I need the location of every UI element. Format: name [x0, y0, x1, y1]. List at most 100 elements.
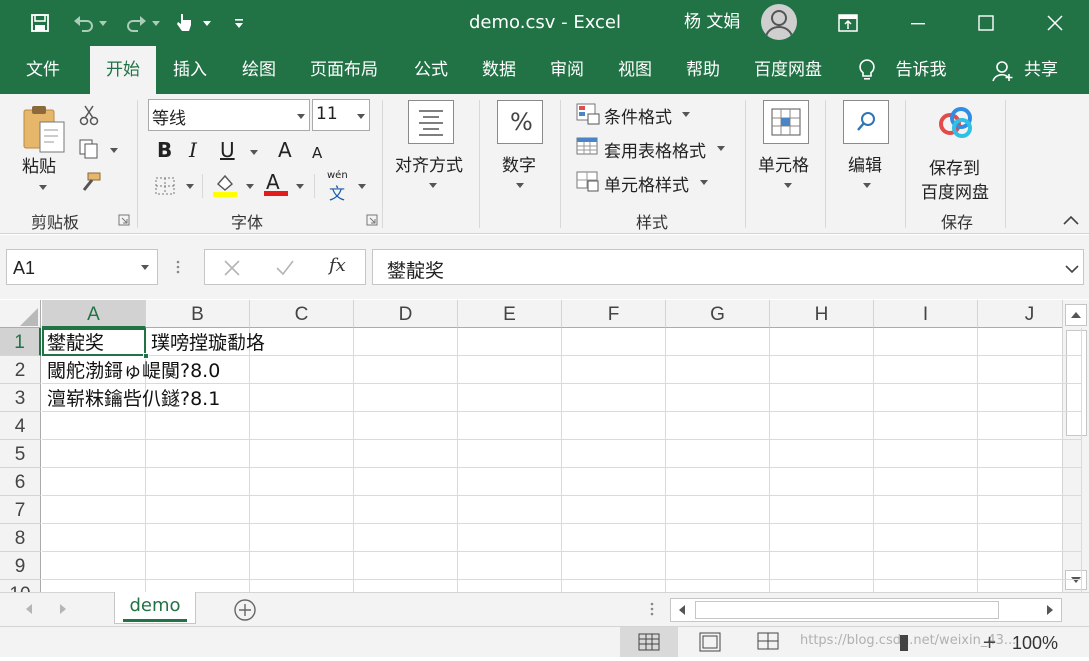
scroll-left-icon[interactable] [673, 601, 691, 619]
cell-b2[interactable] [146, 356, 250, 384]
cell-j5[interactable] [978, 440, 1082, 468]
column-header-i[interactable]: I [874, 300, 978, 328]
row-header-3[interactable]: 3 [0, 384, 41, 412]
column-header-f[interactable]: F [562, 300, 666, 328]
fill-color-dropdown-icon[interactable] [246, 184, 254, 189]
prev-sheet-icon[interactable] [22, 601, 36, 617]
resize-handle-icon[interactable] [650, 601, 654, 617]
phonetic-dropdown-icon[interactable] [358, 184, 366, 189]
cell-i9[interactable] [874, 552, 978, 580]
tab-file[interactable]: 文件 [14, 46, 72, 94]
cell-e5[interactable] [458, 440, 562, 468]
cell-h9[interactable] [770, 552, 874, 580]
redo-dropdown-icon[interactable] [150, 11, 162, 35]
scroll-up-icon[interactable] [1065, 304, 1087, 326]
row-header-7[interactable]: 7 [0, 496, 41, 524]
cell-j4[interactable] [978, 412, 1082, 440]
italic-button[interactable]: I [189, 138, 197, 162]
touch-dropdown-icon[interactable] [200, 11, 214, 35]
chevron-down-icon[interactable] [717, 146, 725, 151]
tab-review[interactable]: 审阅 [536, 46, 598, 94]
cell-h8[interactable] [770, 524, 874, 552]
baidu-netdisk-icon[interactable] [934, 106, 978, 140]
cell-c6[interactable] [250, 468, 354, 496]
cell-styles-icon[interactable] [576, 171, 600, 193]
save-icon[interactable] [28, 11, 52, 35]
cell-g7[interactable] [666, 496, 770, 524]
zoom-level[interactable]: 100% [1012, 633, 1058, 654]
scroll-right-icon[interactable] [1041, 601, 1059, 619]
paste-dropdown-icon[interactable] [39, 185, 47, 190]
cell-f2[interactable] [562, 356, 666, 384]
cell-e10[interactable] [458, 580, 562, 592]
copy-icon[interactable] [78, 138, 100, 160]
copy-dropdown-icon[interactable] [110, 148, 118, 153]
cell-f10[interactable] [562, 580, 666, 592]
save-to-baidu-line1[interactable]: 保存到 [929, 154, 980, 179]
paste-icon[interactable] [20, 104, 68, 156]
scroll-thumb-horizontal[interactable] [695, 601, 999, 619]
borders-dropdown-icon[interactable] [186, 184, 194, 189]
cell-j8[interactable] [978, 524, 1082, 552]
row-header-9[interactable]: 9 [0, 552, 41, 580]
select-all-corner[interactable] [0, 300, 41, 328]
cut-icon[interactable] [78, 104, 100, 126]
increase-font-button[interactable]: A [278, 138, 292, 162]
cell-e6[interactable] [458, 468, 562, 496]
cell-e3[interactable] [458, 384, 562, 412]
alignment-icon[interactable] [408, 100, 454, 144]
cell-j3[interactable] [978, 384, 1082, 412]
cell-e2[interactable] [458, 356, 562, 384]
lightbulb-icon[interactable] [856, 58, 878, 82]
cell-e9[interactable] [458, 552, 562, 580]
undo-icon[interactable] [72, 11, 96, 35]
cell-f5[interactable] [562, 440, 666, 468]
tab-formulas[interactable]: 公式 [400, 46, 462, 94]
cell-d5[interactable] [354, 440, 458, 468]
cell-a6[interactable] [42, 468, 146, 496]
cell-e4[interactable] [458, 412, 562, 440]
column-header-e[interactable]: E [458, 300, 562, 328]
fill-handle[interactable] [143, 353, 149, 359]
cell-d6[interactable] [354, 468, 458, 496]
cell-i5[interactable] [874, 440, 978, 468]
cell-g1[interactable] [666, 328, 770, 356]
cell-j6[interactable] [978, 468, 1082, 496]
clipboard-launcher-icon[interactable] [118, 214, 130, 226]
cell-j1[interactable] [978, 328, 1082, 356]
cell-i1[interactable] [874, 328, 978, 356]
cell-e7[interactable] [458, 496, 562, 524]
cell-c4[interactable] [250, 412, 354, 440]
row-header-4[interactable]: 4 [0, 412, 41, 440]
cell-i2[interactable] [874, 356, 978, 384]
cell-h7[interactable] [770, 496, 874, 524]
cell-styles-button[interactable]: 单元格样式 [604, 171, 689, 196]
tab-baidu-netdisk[interactable]: 百度网盘 [742, 46, 834, 94]
search-icon[interactable] [843, 100, 889, 144]
cell-c5[interactable] [250, 440, 354, 468]
editing-dropdown-icon[interactable] [863, 183, 871, 188]
column-header-d[interactable]: D [354, 300, 458, 328]
format-as-table-button[interactable]: 套用表格格式 [604, 137, 706, 162]
alignment-button[interactable]: 对齐方式 [395, 151, 463, 176]
sheet-tab-demo[interactable]: demo [114, 592, 196, 624]
row-header-1[interactable]: 1 [0, 328, 41, 356]
cell-j7[interactable] [978, 496, 1082, 524]
cell-i8[interactable] [874, 524, 978, 552]
share-person-icon[interactable] [992, 60, 1014, 82]
row-header-2[interactable]: 2 [0, 356, 41, 384]
cell-c3[interactable] [250, 384, 354, 412]
next-sheet-icon[interactable] [56, 601, 70, 617]
cell-g6[interactable] [666, 468, 770, 496]
cell-i4[interactable] [874, 412, 978, 440]
cells-button[interactable]: 单元格 [758, 151, 809, 176]
expand-formula-icon[interactable] [1065, 263, 1079, 274]
maximize-button[interactable] [963, 0, 1009, 46]
editing-button[interactable]: 编辑 [848, 151, 882, 176]
tab-insert[interactable]: 插入 [160, 46, 220, 94]
column-header-a[interactable]: A [42, 300, 146, 328]
cell-c1[interactable] [250, 328, 354, 356]
cell-i6[interactable] [874, 468, 978, 496]
cell-b9[interactable] [146, 552, 250, 580]
font-size-select[interactable]: 11 [312, 99, 370, 131]
